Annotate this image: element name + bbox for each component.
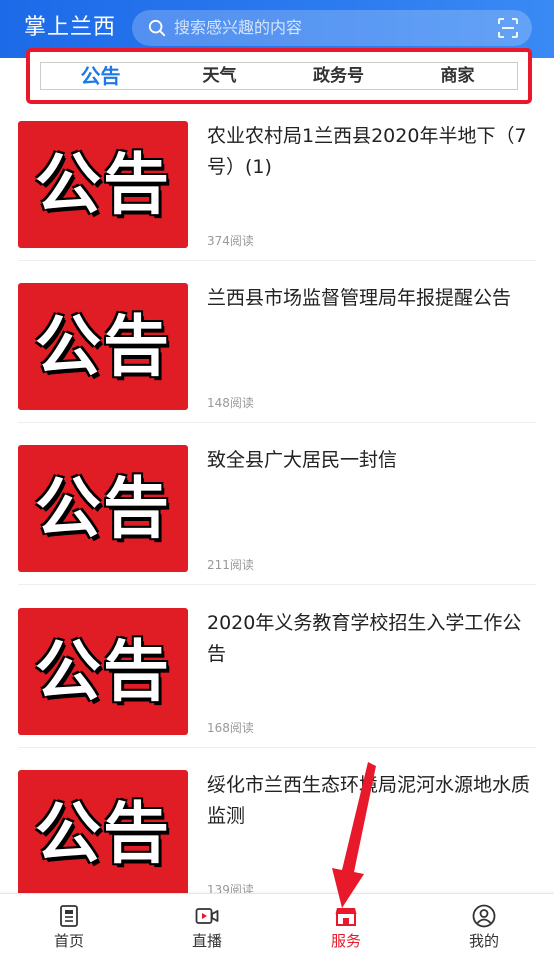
thumbnail-text: 公告 <box>35 632 171 710</box>
news-item[interactable]: 公告 农业农村局1兰西县2020年半地下（7号）(1) 374阅读 <box>18 110 536 261</box>
category-tabs: 公告 天气 政务号 商家 <box>40 62 518 90</box>
news-item[interactable]: 公告 2020年义务教育学校招生入学工作公告 168阅读 <box>18 597 536 748</box>
news-thumbnail: 公告 <box>18 770 188 897</box>
news-title: 农业农村局1兰西县2020年半地下（7号）(1) <box>207 125 527 178</box>
thumbnail-text: 公告 <box>35 794 171 872</box>
thumbnail-text: 公告 <box>35 145 171 223</box>
video-icon <box>195 908 219 924</box>
news-thumbnail: 公告 <box>18 121 188 248</box>
news-title: 致全县广大居民一封信 <box>207 449 398 471</box>
bottom-nav: 首页 直播 服务 我的 <box>0 893 554 957</box>
nav-label-service: 服务 <box>330 932 361 950</box>
news-thumbnail: 公告 <box>18 445 188 572</box>
nav-label-home: 首页 <box>53 932 84 950</box>
news-read-count: 148阅读 <box>207 396 254 410</box>
news-read-count: 168阅读 <box>207 721 254 735</box>
home-doc-icon <box>60 905 78 927</box>
profile-icon <box>472 904 496 928</box>
nav-item-service[interactable]: 服务 <box>277 894 415 957</box>
store-icon <box>335 908 357 926</box>
news-item[interactable]: 公告 绥化市兰西生态环境局泥河水源地水质监测 139阅读 <box>18 759 536 910</box>
nav-label-profile: 我的 <box>468 932 499 950</box>
news-thumbnail: 公告 <box>18 608 188 735</box>
scan-icon[interactable] <box>498 18 518 38</box>
news-thumbnail: 公告 <box>18 283 188 410</box>
tab-announcement[interactable]: 公告 <box>41 64 160 88</box>
news-title: 2020年义务教育学校招生入学工作公告 <box>207 612 522 665</box>
news-read-count: 374阅读 <box>207 234 254 248</box>
news-title: 绥化市兰西生态环境局泥河水源地水质监测 <box>207 774 531 827</box>
search-bar[interactable]: 搜索感兴趣的内容 <box>132 10 532 46</box>
tabs-highlight-box: 公告 天气 政务号 商家 <box>26 48 532 104</box>
search-icon <box>148 19 166 37</box>
tab-weather[interactable]: 天气 <box>160 64 279 88</box>
nav-item-home[interactable]: 首页 <box>0 894 138 957</box>
news-item[interactable]: 公告 兰西县市场监督管理局年报提醒公告 148阅读 <box>18 272 536 423</box>
thumbnail-text: 公告 <box>35 307 171 385</box>
app-title: 掌上兰西 <box>24 15 117 40</box>
nav-label-live: 直播 <box>191 932 222 950</box>
news-title: 兰西县市场监督管理局年报提醒公告 <box>207 287 512 309</box>
nav-item-live[interactable]: 直播 <box>138 894 276 957</box>
news-read-count: 211阅读 <box>207 558 254 572</box>
thumbnail-text: 公告 <box>35 469 171 547</box>
search-placeholder: 搜索感兴趣的内容 <box>174 18 303 37</box>
tab-government[interactable]: 政务号 <box>279 64 398 88</box>
nav-item-profile[interactable]: 我的 <box>415 894 553 957</box>
news-item[interactable]: 公告 致全县广大居民一封信 211阅读 <box>18 434 536 585</box>
tab-merchants[interactable]: 商家 <box>398 64 517 88</box>
